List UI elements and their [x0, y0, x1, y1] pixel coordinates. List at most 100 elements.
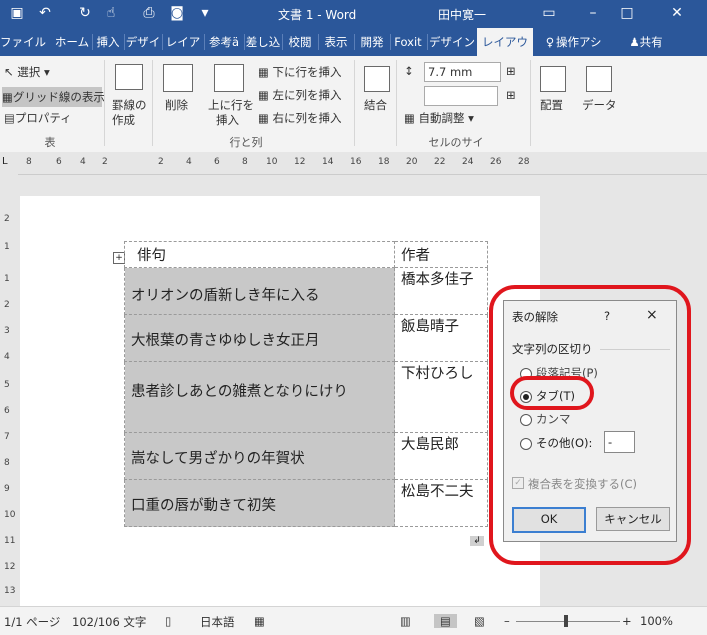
ruler-tick: 12 — [4, 562, 16, 572]
zoom-slider[interactable] — [516, 621, 620, 622]
camera-icon[interactable]: ◙ — [168, 4, 186, 22]
ruler-tick: 4 — [186, 157, 192, 167]
merge-cells-icon[interactable] — [364, 66, 390, 92]
alignment-icon[interactable] — [540, 66, 566, 92]
horizontal-ruler[interactable]: 8 6 4 2 2 4 6 8 10 12 14 16 18 20 22 24 … — [0, 152, 707, 175]
tab-home[interactable]: ホーム — [52, 28, 92, 56]
tab-layout-page[interactable]: レイア — [163, 28, 203, 56]
print-layout-icon[interactable]: ▤ — [434, 614, 457, 628]
word-count[interactable]: 102/106 文字 — [72, 614, 146, 630]
customize-icon[interactable]: ▾ — [196, 4, 214, 22]
ruler-tick: 22 — [434, 157, 446, 167]
insert-below-button[interactable]: ▦ 下に行を挿入 — [258, 64, 342, 80]
tell-me-search[interactable]: 操作アシス — [556, 28, 612, 77]
radio-other[interactable] — [520, 438, 532, 450]
ok-button[interactable]: OK — [512, 507, 586, 533]
delete-table-icon[interactable] — [163, 64, 193, 92]
data-icon[interactable] — [586, 66, 612, 92]
merge-button[interactable]: 結合 — [364, 97, 387, 113]
data-button[interactable]: データ — [582, 97, 617, 113]
row-height-input[interactable]: 7.7 mm — [424, 62, 501, 82]
ruler-tick: 1 — [4, 274, 10, 284]
save-icon[interactable]: ▣ — [8, 4, 26, 22]
author-cell[interactable]: 飯島晴子 — [394, 314, 488, 362]
ruler-tick: 8 — [242, 157, 248, 167]
autofit-button[interactable]: ▦ 自動調整 ▾ — [404, 110, 474, 126]
share-button[interactable]: ♟共有 — [618, 28, 674, 56]
insert-above-label-1[interactable]: 上に行を — [208, 97, 254, 113]
title-bar: ▣ ↶ ↻ ☝ ⎙ ◙ ▾ 文書 1 - Word 田中寛一 ▭ – □ ✕ — [0, 0, 707, 28]
radio-other-label[interactable]: その他(O): — [536, 435, 592, 451]
touch-mode-icon[interactable]: ☝ — [102, 4, 120, 22]
draw-table-icon[interactable] — [115, 64, 143, 90]
tab-file[interactable]: ファイル — [0, 28, 46, 56]
haiku-cell[interactable]: 患者診しあとの雑煮となりにけり — [124, 361, 395, 433]
tab-design[interactable]: デザイ — [125, 28, 161, 56]
delete-button[interactable]: 削除 — [165, 97, 188, 113]
distribute-rows-icon[interactable]: ⊞ — [506, 64, 516, 78]
cancel-button[interactable]: キャンセル — [596, 507, 670, 531]
vertical-ruler[interactable]: 2 1 1 2 3 4 5 6 7 8 9 10 11 12 13 — [0, 174, 18, 606]
redo-icon[interactable]: ↻ — [76, 4, 94, 22]
tab-review[interactable]: 校閲 — [283, 28, 317, 56]
radio-comma[interactable] — [520, 414, 532, 426]
haiku-cell[interactable]: 大根葉の青さゆゆしき女正月 — [124, 314, 395, 362]
language[interactable]: 日本語 — [200, 614, 235, 630]
minimize-icon[interactable]: – — [584, 4, 602, 22]
haiku-table[interactable]: 俳句 作者 オリオンの盾新しき年に入る 橋本多佳子 大根葉の青さゆゆしき女正月 … — [124, 241, 488, 527]
zoom-slider-thumb[interactable] — [564, 615, 568, 627]
tab-table-layout[interactable]: レイアウト — [477, 28, 533, 77]
tab-view[interactable]: 表示 — [319, 28, 353, 56]
column-width-input[interactable] — [424, 86, 498, 106]
distribute-cols-icon[interactable]: ⊞ — [506, 88, 516, 102]
ribbon-display-icon[interactable]: ▭ — [540, 4, 558, 22]
gridlines-button[interactable]: ▦グリッド線の表示 — [2, 87, 105, 107]
author-cell[interactable]: 下村ひろし — [394, 361, 488, 433]
author-cell[interactable]: 大島民郎 — [394, 432, 488, 480]
select-button[interactable]: ↖ 選択 ▾ — [4, 64, 50, 80]
close-window-icon[interactable]: ✕ — [668, 4, 686, 22]
proofing-icon[interactable]: ▯ — [165, 614, 171, 628]
tab-references[interactable]: 参考ä — [205, 28, 243, 56]
print-preview-icon[interactable]: ⎙ — [140, 4, 158, 22]
user-name[interactable]: 田中寛一 — [438, 6, 486, 23]
help-icon[interactable]: ? — [604, 309, 610, 323]
maximize-icon[interactable]: □ — [618, 4, 636, 22]
table-resize-handle-icon[interactable]: ↲ — [470, 536, 484, 546]
read-mode-icon[interactable]: ▥ — [400, 614, 411, 628]
insert-left-button[interactable]: ▦ 左に列を挿入 — [258, 87, 342, 103]
tab-developer[interactable]: 開発 — [355, 28, 389, 56]
undo-icon[interactable]: ↶ — [36, 4, 54, 22]
table-row: オリオンの盾新しき年に入る 橋本多佳子 — [124, 267, 488, 315]
page-count[interactable]: 1/1 ページ — [4, 614, 60, 630]
author-cell[interactable]: 松島不二夫 — [394, 479, 488, 527]
insert-above-label-2: 挿入 — [216, 113, 239, 127]
ruler-tick: 5 — [4, 380, 10, 390]
insert-above-icon[interactable] — [214, 64, 244, 92]
ruler-tick: 6 — [214, 157, 220, 167]
haiku-cell[interactable]: 口重の唇が動きて初笑 — [124, 479, 395, 527]
zoom-out-icon[interactable]: – — [504, 614, 510, 628]
author-cell[interactable]: 橋本多佳子 — [394, 267, 488, 315]
haiku-cell[interactable]: オリオンの盾新しき年に入る — [124, 267, 395, 315]
other-separator-input[interactable]: - — [604, 431, 635, 453]
properties-button[interactable]: ▤プロパティ — [4, 110, 72, 126]
zoom-in-icon[interactable]: + — [622, 614, 632, 628]
tab-foxit[interactable]: Foxit — [390, 28, 426, 56]
close-icon[interactable]: × — [646, 307, 658, 323]
nested-tables-checkbox[interactable]: ✓ — [512, 477, 524, 489]
haiku-cell[interactable]: 嵩なして男ざかりの年賀状 — [124, 432, 395, 480]
tab-mailings[interactable]: 差し込 — [245, 28, 281, 56]
macro-icon[interactable]: ▦ — [254, 614, 265, 628]
tab-insert[interactable]: 挿入 — [93, 28, 123, 56]
zoom-level[interactable]: 100% — [640, 614, 673, 628]
insert-right-button[interactable]: ▦ 右に列を挿入 — [258, 110, 342, 126]
tab-table-design[interactable]: デザイン — [428, 28, 476, 56]
alignment-button[interactable]: 配置 — [540, 97, 563, 113]
web-layout-icon[interactable]: ▧ — [474, 614, 485, 628]
tab-selector-icon[interactable]: L — [2, 156, 8, 167]
header-cell-haiku[interactable]: 俳句 — [124, 241, 395, 268]
header-cell-author[interactable]: 作者 — [394, 241, 488, 268]
radio-comma-label[interactable]: カンマ — [536, 411, 571, 427]
ruler-tick: 4 — [4, 352, 10, 362]
